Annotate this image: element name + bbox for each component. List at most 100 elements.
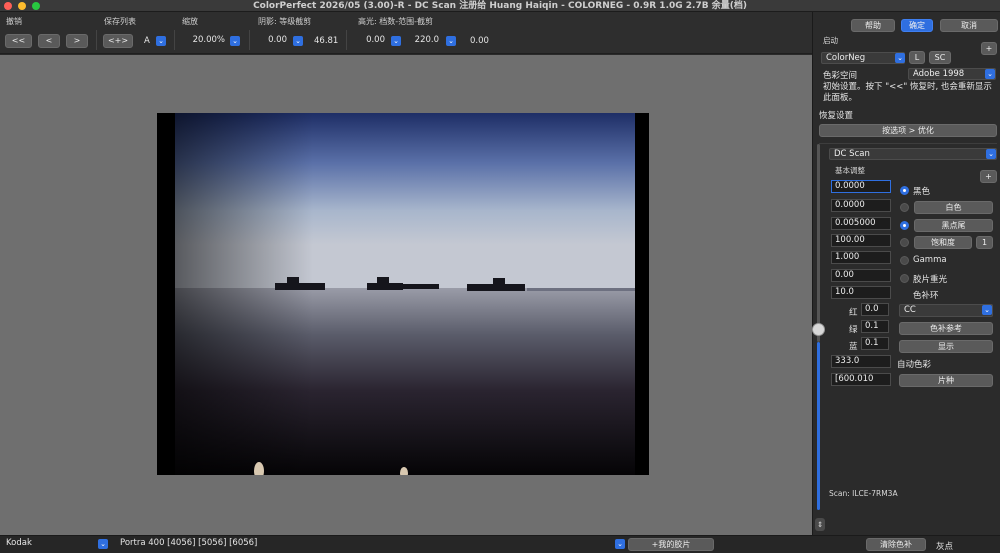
help-button[interactable]: 帮助 bbox=[851, 19, 895, 32]
zoom-value[interactable]: 20.00% bbox=[180, 34, 228, 48]
toolbar-divider bbox=[174, 30, 175, 50]
gamma-input[interactable]: 1.000 bbox=[831, 251, 891, 264]
scan-device-info: Scan: ILCE-7RM3A bbox=[829, 489, 898, 498]
info-text: 初始设置。按下 "<<" 恢复时, 也会重新显示此面板。 bbox=[823, 82, 992, 103]
blacktail-button[interactable]: 黑点尾 bbox=[914, 219, 993, 232]
blue-label: 蓝 bbox=[849, 342, 858, 352]
gray-point-label: 灰点 bbox=[936, 542, 954, 552]
highlight-value-3: 0.00 bbox=[470, 36, 489, 46]
red-label: 红 bbox=[849, 308, 858, 318]
saturation-input[interactable]: 100.00 bbox=[831, 234, 891, 247]
optimize-button[interactable]: 按选项 > 优化 bbox=[819, 124, 997, 137]
undo-all-button[interactable]: << bbox=[5, 34, 32, 48]
clear-cc-button[interactable]: 清除色补 bbox=[866, 538, 926, 551]
cc-reference-button[interactable]: 色补参考 bbox=[899, 322, 993, 335]
highlight-dropdown-2-icon[interactable]: ⌄ bbox=[446, 36, 456, 46]
film-exposure-input[interactable]: 0.00 bbox=[831, 269, 891, 282]
shadow-right-value: 46.81 bbox=[314, 36, 339, 46]
show-button[interactable]: 显示 bbox=[899, 340, 993, 353]
shadow-value[interactable]: 0.00 bbox=[256, 34, 290, 48]
cc-ring-label: 色补环 bbox=[913, 291, 939, 301]
film-type-button[interactable]: 片种 bbox=[899, 374, 993, 387]
startup-label: 启动 bbox=[823, 36, 838, 45]
sc-button[interactable]: SC bbox=[929, 51, 951, 64]
highlight-dropdown-1-icon[interactable]: ⌄ bbox=[391, 36, 401, 46]
shadow-dropdown-icon[interactable]: ⌄ bbox=[293, 36, 303, 46]
film-type-input[interactable]: [600.010 bbox=[831, 373, 891, 386]
cc-dropdown-icon[interactable]: ⌄ bbox=[982, 305, 992, 315]
control-panel: 帮助 确定 取消 启动 + ColorNeg ⌄ L SC 色彩空间 Adobe… bbox=[812, 12, 1000, 535]
toolbar: 撤销 << < > 保存列表 <+> A ⌄ 缩放 20.00% ⌄ 阴影: 等… bbox=[0, 12, 812, 54]
white-input[interactable]: 0.0000 bbox=[831, 199, 891, 212]
colorspace-dropdown-icon[interactable]: ⌄ bbox=[985, 69, 995, 79]
saturation-button[interactable]: 饱和度 bbox=[914, 236, 972, 249]
gamma-label: Gamma bbox=[913, 255, 947, 265]
cc-ring-input[interactable]: 10.0 bbox=[831, 286, 891, 299]
auto-color-label: 自动色彩 bbox=[897, 360, 932, 370]
undo-prev-button[interactable]: < bbox=[38, 34, 60, 48]
film-stock-dropdown-icon[interactable]: ⌄ bbox=[615, 539, 625, 549]
highlight-value-2[interactable]: 220.0 bbox=[408, 34, 442, 48]
slot-value: A bbox=[144, 36, 150, 46]
film-brand-dropdown-icon[interactable]: ⌄ bbox=[98, 539, 108, 549]
vertical-slider-handle[interactable] bbox=[812, 323, 825, 336]
window-title: ColorPerfect 2026/05 (3.00)-R - DC Scan … bbox=[253, 1, 747, 11]
gamma-radio[interactable] bbox=[900, 256, 909, 265]
bottom-bar: Kodak ⌄ Portra 400 [4056] [5056] [6056] … bbox=[0, 535, 1000, 553]
blacktail-input[interactable]: 0.005000 bbox=[831, 217, 891, 230]
saturation-radio[interactable] bbox=[900, 238, 909, 247]
toolbar-divider bbox=[249, 30, 250, 50]
slider-track-upper bbox=[817, 144, 820, 342]
film-stock-select[interactable]: Portra 400 [4056] [5056] [6056] bbox=[116, 538, 626, 551]
toolbar-divider bbox=[96, 30, 97, 50]
film-preview-image bbox=[157, 113, 649, 475]
swap-button[interactable]: <+> bbox=[103, 34, 133, 48]
film-exposure-label: 胶片重光 bbox=[913, 275, 948, 285]
stepper-icon[interactable]: ⇕ bbox=[815, 518, 825, 531]
preview-canvas[interactable] bbox=[0, 55, 812, 535]
colorspace-select[interactable]: Adobe 1998 bbox=[908, 68, 996, 80]
highlight-value-1[interactable]: 0.00 bbox=[354, 34, 388, 48]
redo-next-button[interactable]: > bbox=[66, 34, 88, 48]
add-adjust-button[interactable]: + bbox=[980, 170, 997, 183]
black-label: 黑色 bbox=[913, 187, 931, 197]
white-button[interactable]: 白色 bbox=[914, 201, 993, 214]
mode-dropdown-icon[interactable]: ⌄ bbox=[895, 53, 905, 63]
saturation-step-button[interactable]: 1 bbox=[976, 236, 993, 249]
basic-adjust-label: 基本调整 bbox=[835, 166, 865, 175]
slider-track-lower bbox=[817, 342, 820, 510]
my-film-button[interactable]: +我的胶片 bbox=[628, 538, 714, 551]
title-bar: ColorPerfect 2026/05 (3.00)-R - DC Scan … bbox=[0, 0, 1000, 12]
slot-dropdown-icon[interactable]: ⌄ bbox=[156, 36, 166, 46]
mode-select[interactable]: ColorNeg bbox=[821, 52, 905, 64]
harbor-scene-image bbox=[157, 113, 649, 475]
green-input[interactable]: 0.1 bbox=[861, 320, 889, 333]
highlight-label: 高光: 档数-范围-截剪 bbox=[358, 17, 434, 26]
panel-divider bbox=[819, 143, 997, 144]
green-label: 绿 bbox=[849, 325, 858, 335]
ok-button[interactable]: 确定 bbox=[901, 19, 933, 32]
restore-label: 恢复设置 bbox=[819, 111, 854, 121]
savelist-label: 保存列表 bbox=[104, 17, 136, 26]
film-exposure-radio[interactable] bbox=[900, 274, 909, 283]
colorspace-label: 色彩空间 bbox=[823, 71, 858, 81]
cancel-button[interactable]: 取消 bbox=[940, 19, 998, 32]
cc-select[interactable]: CC bbox=[899, 304, 993, 317]
shadow-label: 阴影: 等级截剪 bbox=[258, 17, 312, 26]
white-radio[interactable] bbox=[900, 203, 909, 212]
black-radio[interactable] bbox=[900, 186, 909, 195]
l-button[interactable]: L bbox=[909, 51, 925, 64]
blue-input[interactable]: 0.1 bbox=[861, 337, 889, 350]
scan-dropdown-icon[interactable]: ⌄ bbox=[986, 149, 996, 159]
undo-label: 撤销 bbox=[6, 17, 22, 26]
zoom-dropdown-icon[interactable]: ⌄ bbox=[230, 36, 240, 46]
blacktail-radio[interactable] bbox=[900, 221, 909, 230]
scan-select[interactable]: DC Scan bbox=[829, 148, 997, 160]
add-preset-button[interactable]: + bbox=[981, 42, 997, 55]
auto-color-input[interactable]: 333.0 bbox=[831, 355, 891, 368]
film-brand-select[interactable]: Kodak bbox=[2, 538, 108, 551]
toolbar-divider bbox=[346, 30, 347, 50]
black-input[interactable]: 0.0000 bbox=[831, 180, 891, 193]
red-input[interactable]: 0.0 bbox=[861, 303, 889, 316]
zoom-label: 缩放 bbox=[182, 17, 198, 26]
